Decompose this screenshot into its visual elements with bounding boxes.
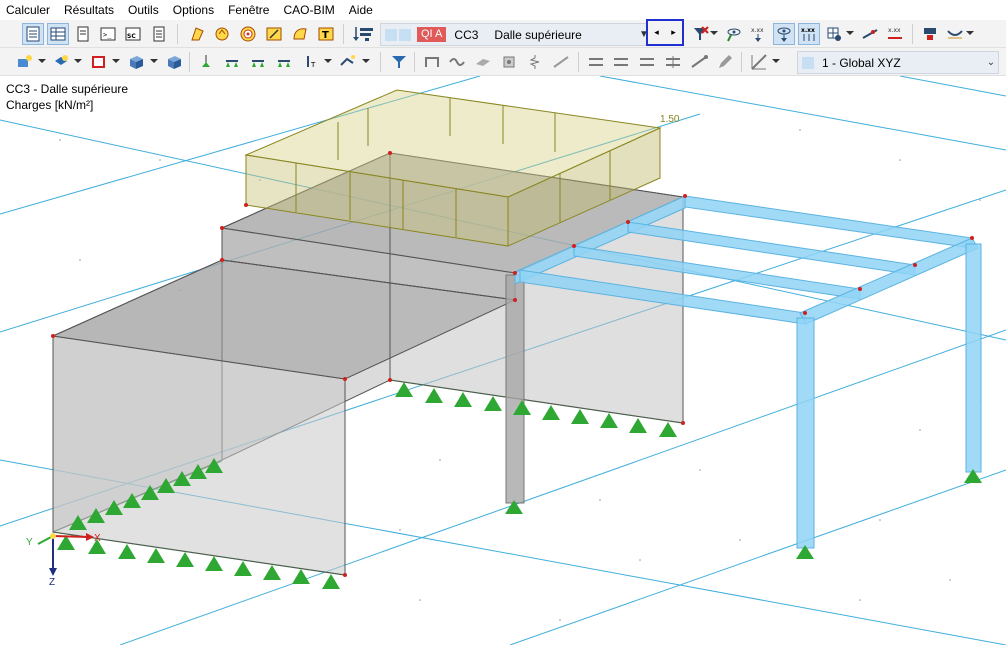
solid-icon[interactable] <box>163 51 185 73</box>
svg-text:T: T <box>310 61 316 69</box>
member-load-icon[interactable] <box>859 23 881 45</box>
svg-text:>_: >_ <box>103 31 112 39</box>
y-axis-label: Y <box>26 537 33 548</box>
svg-text:x.xx: x.xx <box>888 27 901 34</box>
report-icon[interactable] <box>148 23 170 45</box>
pencil-icon[interactable] <box>263 23 285 45</box>
menu-fenetre[interactable]: Fenêtre <box>222 0 277 20</box>
svg-text:SC: SC <box>127 33 136 40</box>
filter-off-icon[interactable] <box>690 23 712 45</box>
load-value-label: 1.50 <box>660 114 680 125</box>
create-surface-icon[interactable] <box>88 51 110 73</box>
load-sort-icon-2[interactable] <box>355 23 377 45</box>
eye-load-icon[interactable] <box>722 23 744 45</box>
wave-icon[interactable] <box>446 51 468 73</box>
menu-bar: Calculer Résultats Outils Options Fenêtr… <box>0 0 1006 20</box>
panel-icon[interactable] <box>72 23 94 45</box>
align-icon-1[interactable] <box>585 51 607 73</box>
chevron-down-icon[interactable] <box>846 29 854 37</box>
member-hinge-icon[interactable] <box>247 51 269 73</box>
navigator-icon[interactable] <box>22 23 44 45</box>
imperfection-icon[interactable] <box>337 51 359 73</box>
display-properties-icon[interactable] <box>823 23 845 45</box>
concrete-column <box>505 274 525 504</box>
coordinate-system-label: 1 - Global XYZ <box>822 55 901 70</box>
chevron-down-icon[interactable] <box>112 57 120 65</box>
filter-icon[interactable] <box>388 51 410 73</box>
svg-text:T: T <box>322 30 329 41</box>
chevron-down-icon[interactable] <box>74 57 82 65</box>
align-icon-3[interactable] <box>636 51 658 73</box>
3d-viewport[interactable]: 1.50 X Y Z <box>0 76 1006 645</box>
chevron-down-icon[interactable] <box>38 57 46 65</box>
box-icon[interactable] <box>498 51 520 73</box>
coord-color-swatch <box>802 56 814 69</box>
surface-support-icon[interactable] <box>273 51 295 73</box>
z-axis-label: Z <box>49 577 55 588</box>
chevron-down-icon[interactable] <box>362 57 370 65</box>
load-units-label: Charges [kN/m²] <box>6 98 94 112</box>
console-icon[interactable]: >_ <box>97 23 119 45</box>
measure-icon[interactable] <box>688 51 710 73</box>
chevron-down-icon[interactable] <box>324 57 332 65</box>
select-icon[interactable] <box>186 23 208 45</box>
menu-options[interactable]: Options <box>167 0 222 20</box>
script-icon[interactable]: SC <box>122 23 144 45</box>
hand-icon[interactable] <box>211 23 233 45</box>
target-icon[interactable] <box>237 23 259 45</box>
values-icon[interactable]: x.xx <box>747 23 769 45</box>
edit-icon[interactable] <box>714 51 736 73</box>
shape-icon[interactable] <box>289 23 311 45</box>
create-solid-icon[interactable] <box>125 51 147 73</box>
member-support-icon[interactable]: T <box>300 51 322 73</box>
result-values-icon[interactable]: x.xx <box>884 23 906 45</box>
chevron-down-icon[interactable] <box>772 57 780 65</box>
load-case-nav: ◂ ▸ <box>646 19 684 46</box>
chevron-down-icon[interactable] <box>710 29 718 37</box>
coordinate-system-select[interactable]: 1 - Global XYZ ⌄ <box>797 51 999 74</box>
display-toolbar: x.xx x.xx x.xx <box>686 20 1006 47</box>
show-loads-icon[interactable] <box>773 23 795 45</box>
align-icon-4[interactable] <box>662 51 684 73</box>
deformation-icon[interactable] <box>944 23 966 45</box>
svg-text:x.xx: x.xx <box>801 27 815 34</box>
menu-outils[interactable]: Outils <box>122 0 167 20</box>
lc-color-swatch-2 <box>399 28 411 41</box>
svg-text:x.xx: x.xx <box>751 27 764 34</box>
x-axis-label: X <box>94 533 101 544</box>
menu-resultats[interactable]: Résultats <box>58 0 122 20</box>
previous-load-case-button[interactable]: ◂ <box>654 27 659 38</box>
dimension-icon[interactable] <box>748 51 770 73</box>
show-values-icon[interactable]: x.xx <box>798 23 820 45</box>
chevron-down-icon[interactable] <box>150 57 158 65</box>
line-support-icon[interactable] <box>221 51 243 73</box>
load-case-name: Dalle supérieure <box>494 27 582 42</box>
load-case-title: CC3 - Dalle supérieure <box>6 82 129 96</box>
chevron-down-icon[interactable]: ⌄ <box>984 57 998 68</box>
table-icon[interactable] <box>47 23 69 45</box>
menu-calculer[interactable]: Calculer <box>0 0 58 20</box>
model-support-icon[interactable] <box>919 23 941 45</box>
chevron-down-icon[interactable] <box>966 29 974 37</box>
align-icon-2[interactable] <box>610 51 632 73</box>
create-node-icon[interactable] <box>14 51 36 73</box>
create-member-icon[interactable] <box>50 51 72 73</box>
load-case-code: CC3 <box>454 27 479 42</box>
spring-icon[interactable] <box>524 51 546 73</box>
menu-cao-bim[interactable]: CAO-BIM <box>277 0 342 20</box>
menu-aide[interactable]: Aide <box>343 0 381 20</box>
plate-icon[interactable] <box>472 51 494 73</box>
next-load-case-button[interactable]: ▸ <box>671 27 676 38</box>
section-icon[interactable] <box>421 51 443 73</box>
lc-color-swatch <box>385 28 397 41</box>
text-icon[interactable]: T <box>315 23 337 45</box>
nodal-support-icon[interactable] <box>195 51 217 73</box>
slope-icon[interactable] <box>550 51 572 73</box>
load-case-select[interactable]: QI A CC3 Dalle supérieure ▼ <box>380 23 652 46</box>
load-case-type-badge: QI A <box>417 27 447 42</box>
